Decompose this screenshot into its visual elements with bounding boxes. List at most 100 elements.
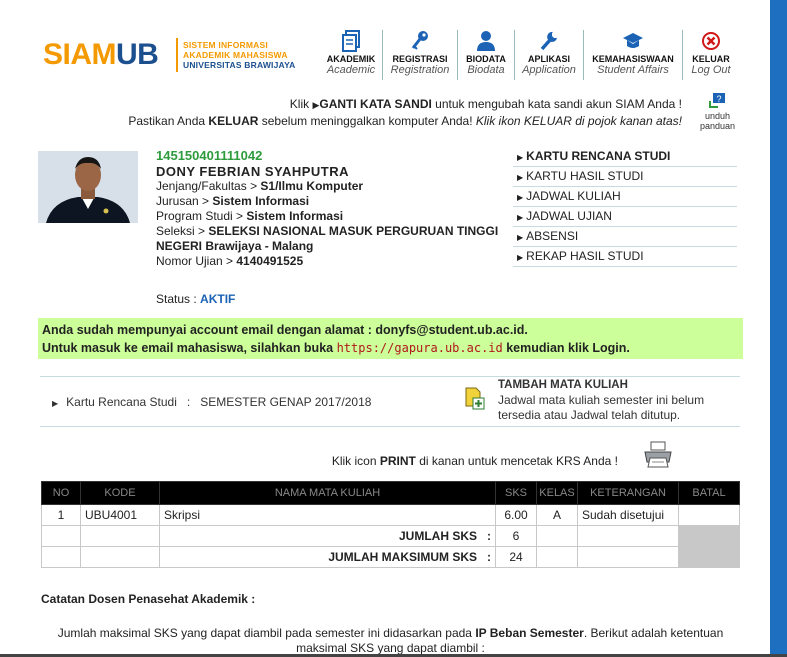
field-value: S1/Ilmu Komputer [260,179,364,193]
arrow-right-icon: ▶ [517,253,524,262]
menu-item-label: REKAP HASIL STUDI [526,249,644,263]
max-sks-value: 24 [495,546,537,568]
student-status: Status : AKTIF [156,292,235,306]
empty-cell [536,525,578,547]
nav-registrasi[interactable]: REGISTRASI Registration [382,30,457,80]
empty-cell [536,546,578,568]
cell-no: 1 [41,504,81,526]
cell-kelas: A [536,504,578,526]
profile-prodi: Program Studi > Sistem Informasi [156,209,344,223]
cell-sks: 6.00 [495,504,537,526]
arrow-right-icon: ▶ [517,173,524,182]
table-row: 1 UBU4001 Skripsi 6.00 A Sudah disetujui [41,504,740,526]
top-navigation: AKADEMIK Academic REGISTRASI Registratio… [320,30,739,82]
gapura-link[interactable]: https://gapura.ub.ac.id [337,341,503,355]
academic-menu: ▶ KARTU RENCANA STUDI ▶ KARTU HASIL STUDI … [513,147,737,267]
download-guide-label: unduh [705,111,731,121]
logo-ub: UB [116,38,159,71]
nav-label: KELUAR [692,54,730,64]
profile-jurusan: Jurusan > Sistem Informasi [156,194,310,208]
menu-item-rekap[interactable]: ▶ REKAP HASIL STUDI [513,247,737,267]
krs-semester-text: Kartu Rencana Studi : SEMESTER GENAP 201… [66,395,372,409]
empty-cell [577,546,679,568]
download-guide-icon: ? [708,93,725,108]
print-text: Klik icon [331,454,380,468]
notice-italic: Klik ikon KELUAR di pojok kanan atas! [475,114,682,128]
menu-item-khs[interactable]: ▶ KARTU HASIL STUDI [513,167,737,187]
field-label: Jurusan [156,194,199,208]
empty-cell [80,546,160,568]
add-course-title[interactable]: TAMBAH MATA KULIAH [498,378,704,393]
field-label: Jenjang/Fakultas [156,179,247,193]
email-info-box: Anda sudah mempunyai account email denga… [38,318,743,359]
col-nama: NAMA MATA KULIAH [159,481,496,505]
nav-sublabel: Biodata [467,64,505,76]
add-course-desc: Jadwal mata kuliah semester ini belum [498,393,705,407]
nav-biodata[interactable]: BIODATA Biodata [457,30,514,80]
close-icon [702,32,720,50]
col-no: NO [41,481,81,505]
empty-cell [577,525,679,547]
notes-text: . Berikut adalah ketentuan [583,626,724,640]
email-info-line: Anda sudah mempunyai account email denga… [42,323,528,337]
add-course-desc: tersedia atau Jadwal telah ditutup. [498,408,681,422]
total-sks-row: JUMLAH SKS : 6 [41,525,740,568]
change-password-link[interactable]: GANTI KATA SANDI [319,97,431,111]
email-info-text: Untuk masuk ke email mahasiswa, silahkan… [42,341,337,355]
download-guide[interactable]: ? unduh panduan [700,93,735,131]
tagline-line2: AKADEMIK MAHASISWA [183,50,288,60]
add-course-icon[interactable] [464,386,486,413]
table-header-row: NO KODE NAMA MATA KULIAH SKS KELAS KETER… [41,481,740,505]
nav-kemahasiswaan[interactable]: KEMAHASISWAAN Student Affairs [583,30,682,80]
student-photo [38,151,138,223]
nav-akademik[interactable]: AKADEMIK Academic [320,30,382,80]
jumlah-sks-label: JUMLAH SKS : [159,525,496,547]
siamub-logo[interactable]: SIAMUB [43,38,159,72]
menu-item-absensi[interactable]: ▶ ABSENSI [513,227,737,247]
cell-batal [678,504,740,526]
notice-text: Pastikan Anda [128,114,209,128]
field-value: Sistem Informasi [212,194,310,208]
menu-item-jadwal-ujian[interactable]: ▶ JADWAL UJIAN [513,207,737,227]
print-bold: PRINT [379,454,416,468]
krs-bar: ▶ Kartu Rencana Studi : SEMESTER GENAP 20… [40,376,740,427]
nav-label: REGISTRASI [392,54,448,64]
logout-notice: Pastikan Anda KELUAR sebelum meninggalka… [128,114,682,128]
col-kode: KODE [80,481,160,505]
arrow-right-icon: ▶ [517,213,524,222]
nav-label: APLIKASI [527,54,570,64]
notice-bold: KELUAR [208,114,259,128]
advisor-notes-text: Jumlah maksimal SKS yang dapat diambil p… [41,626,740,656]
password-notice: Klik ▶GANTI KATA SANDI untuk mengubah ka… [290,97,682,111]
graduation-cap-icon [623,33,643,48]
arrow-right-icon: ▶ [517,193,524,202]
field-value: SELEKSI NASIONAL MASUK PERGURUAN TINGGI [208,224,499,238]
printer-icon[interactable] [643,440,673,471]
key-icon [411,31,428,50]
notice-text: sebelum meninggalkan komputer Anda! [258,114,476,128]
nav-sublabel: Academic [326,64,376,76]
col-keterangan: KETERANGAN [577,481,679,505]
menu-item-label: ABSENSI [526,229,579,243]
document-icon [342,30,360,52]
arrow-right-icon: ▶ [52,399,59,408]
student-nim: 145150401111042 [156,148,263,163]
col-kelas: KELAS [536,481,578,505]
person-icon [477,31,495,51]
field-label: Seleksi [156,224,195,238]
arrow-right-icon: ▶ [517,153,524,162]
notes-text: maksimal SKS yang dapat diambil : [296,641,485,655]
nav-keluar[interactable]: KELUAR Log Out [682,30,739,80]
menu-item-krs[interactable]: ▶ KARTU RENCANA STUDI [513,147,737,167]
menu-item-jadwal-kuliah[interactable]: ▶ JADWAL KULIAH [513,187,737,207]
nav-label: AKADEMIK [326,54,376,64]
notes-bold: IP Beban Semester [475,626,584,640]
nav-aplikasi[interactable]: APLIKASI Application [514,30,583,80]
field-value: NEGERI Brawijaya - Malang [156,239,314,253]
col-batal: BATAL [678,481,740,505]
nav-sublabel: Registration [390,64,450,76]
nav-sublabel: Student Affairs [597,64,669,76]
field-label: Nomor Ujian [156,254,223,268]
advisor-notes-title: Catatan Dosen Penasehat Akademik : [41,592,256,606]
krs-table: NO KODE NAMA MATA KULIAH SKS KELAS KETER… [41,481,740,568]
